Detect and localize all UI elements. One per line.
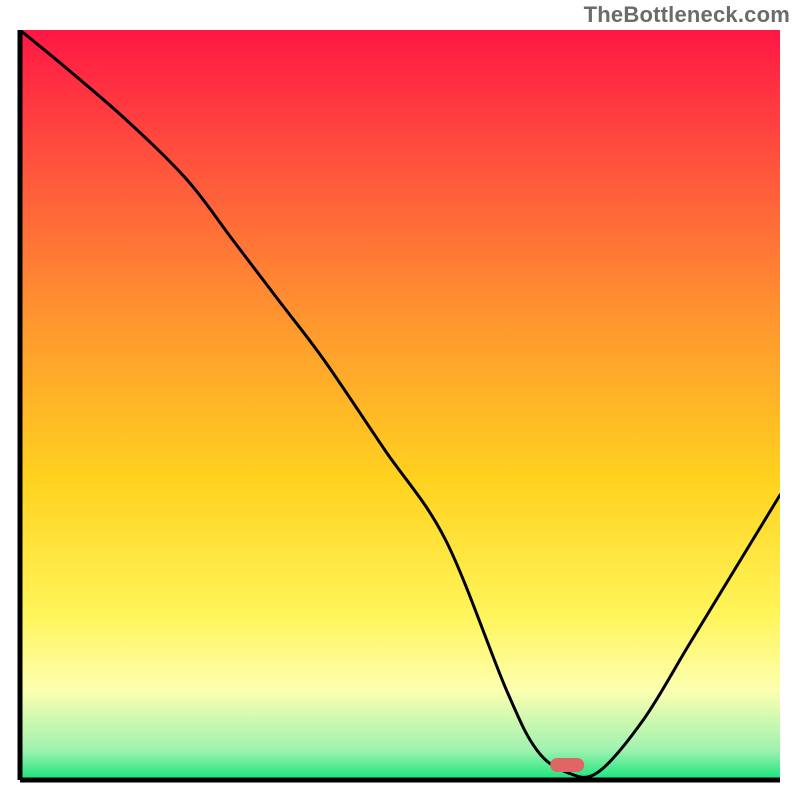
chart-container: TheBottleneck.com — [0, 0, 800, 800]
watermark-text: TheBottleneck.com — [584, 2, 790, 28]
optimal-point-marker — [550, 758, 584, 772]
plot-background — [20, 30, 780, 780]
chart-svg — [0, 0, 800, 800]
